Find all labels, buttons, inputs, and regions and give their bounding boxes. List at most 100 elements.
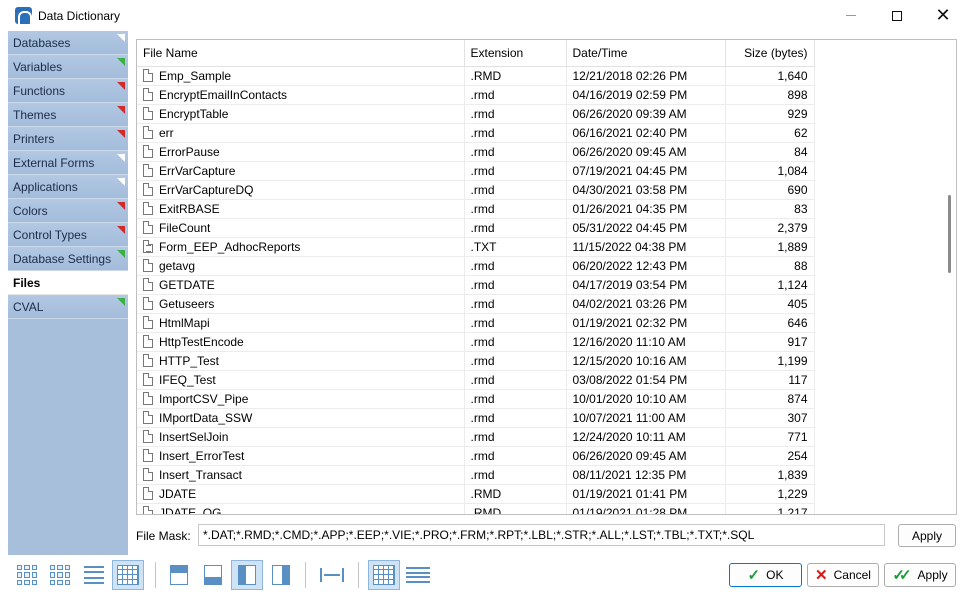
column-header-date-time[interactable]: Date/Time bbox=[566, 40, 726, 67]
file-icon bbox=[143, 201, 153, 215]
maximize-button[interactable] bbox=[874, 0, 920, 31]
ok-button[interactable]: ✓ OK bbox=[729, 563, 802, 587]
cell-text: 12/16/2020 11:10 AM bbox=[572, 334, 686, 349]
status-marker-icon bbox=[117, 34, 125, 42]
table-row[interactable]: FileCount .rmd 05/31/2022 04:45 PM 2,379 bbox=[137, 218, 815, 238]
small-icons-view-button[interactable] bbox=[44, 560, 76, 590]
table-row[interactable]: EncryptEmailInContacts .rmd 04/16/2019 02:… bbox=[137, 85, 815, 105]
table-row[interactable]: IFEQ_Test .rmd 03/08/2022 01:54 PM 117 bbox=[137, 370, 815, 390]
panel-bottom-button[interactable] bbox=[197, 560, 229, 590]
panel-left-button[interactable] bbox=[231, 560, 263, 590]
cell-text: Insert_ErrorTest bbox=[159, 448, 245, 463]
file-mask-input[interactable] bbox=[198, 524, 885, 546]
grid-lines-button[interactable] bbox=[368, 560, 400, 590]
table-row[interactable]: HTTP_Test .rmd 12/15/2020 10:16 AM 1,199 bbox=[137, 351, 815, 371]
sidebar-item-label: CVAL bbox=[13, 300, 44, 314]
cell-text: 01/19/2021 01:41 PM bbox=[572, 486, 688, 501]
cancel-button[interactable]: ✕ Cancel bbox=[807, 563, 879, 587]
table-row[interactable]: ErrVarCapture .rmd 07/19/2021 04:45 PM 1,08… bbox=[137, 161, 815, 181]
table-row[interactable]: HttpTestEncode .rmd 12/16/2020 11:10 AM 917 bbox=[137, 332, 815, 352]
list-icon bbox=[84, 566, 104, 584]
sidebar-item-variables[interactable]: Variables bbox=[8, 55, 128, 79]
column-header-size[interactable]: Size (bytes) bbox=[725, 40, 815, 67]
table-row[interactable]: ImportCSV_Pipe .rmd 10/01/2020 10:10 AM 874 bbox=[137, 389, 815, 409]
cell-text: HtmlMapi bbox=[159, 315, 210, 330]
table-row[interactable]: ErrVarCaptureDQ .rmd 04/30/2021 03:58 PM 69… bbox=[137, 180, 815, 200]
cell-text: 06/20/2022 12:43 PM bbox=[572, 258, 688, 273]
table-row[interactable]: Emp_Sample .RMD 12/21/2018 02:26 PM 1,640 bbox=[137, 66, 815, 86]
cell-text: FileCount bbox=[159, 220, 211, 235]
cell-text: 10/07/2021 11:00 AM bbox=[572, 410, 686, 425]
sidebar-item-database-settings[interactable]: Database Settings bbox=[8, 247, 128, 271]
sidebar-item-functions[interactable]: Functions bbox=[8, 79, 128, 103]
table-row[interactable]: getavg .rmd 06/20/2022 12:43 PM 88 bbox=[137, 256, 815, 276]
scrollbar-thumb[interactable] bbox=[948, 195, 951, 273]
cell-extension: .rmd bbox=[464, 104, 567, 124]
file-list-grid[interactable]: File Name Extension Date/Time Size (byte… bbox=[136, 39, 957, 515]
cell-date-time: 04/30/2021 03:58 PM bbox=[566, 180, 726, 200]
sidebar-item-themes[interactable]: Themes bbox=[8, 103, 128, 127]
table-row[interactable]: Insert_Transact .rmd 08/11/2021 12:35 PM 1,… bbox=[137, 465, 815, 485]
text-file-icon bbox=[143, 239, 153, 253]
table-row[interactable]: IMportData_SSW .rmd 10/07/2021 11:00 AM 307 bbox=[137, 408, 815, 428]
cell-text: 1,124 bbox=[777, 277, 808, 292]
file-icon bbox=[143, 353, 153, 367]
minimize-button[interactable] bbox=[828, 0, 874, 31]
table-row[interactable]: JDATE_OG .RMD 01/19/2021 01:28 PM 1,217 bbox=[137, 503, 815, 514]
sidebar-item-control-types[interactable]: Control Types bbox=[8, 223, 128, 247]
panel-top-button[interactable] bbox=[163, 560, 195, 590]
cell-file-name: ImportCSV_Pipe bbox=[137, 389, 465, 409]
cell-text: 01/19/2021 02:32 PM bbox=[572, 315, 688, 330]
cell-text: ImportCSV_Pipe bbox=[159, 391, 249, 406]
grid-view-icon bbox=[50, 565, 70, 585]
cell-date-time: 01/19/2021 01:28 PM bbox=[566, 503, 726, 514]
cell-extension: .rmd bbox=[464, 313, 567, 333]
status-marker-icon bbox=[117, 178, 125, 186]
file-icon bbox=[143, 144, 153, 158]
cell-text: .rmd bbox=[470, 315, 495, 330]
table-row[interactable]: HtmlMapi .rmd 01/19/2021 02:32 PM 646 bbox=[137, 313, 815, 333]
cell-extension: .RMD bbox=[464, 66, 567, 86]
table-row[interactable]: Insert_ErrorTest .rmd 06/26/2020 09:45 AM 2… bbox=[137, 446, 815, 466]
close-button[interactable]: ✕ bbox=[920, 0, 966, 31]
file-icon bbox=[143, 391, 153, 405]
status-marker-icon bbox=[117, 202, 125, 210]
sidebar-item-applications[interactable]: Applications bbox=[8, 175, 128, 199]
cell-text: 117 bbox=[788, 372, 808, 387]
status-marker-icon bbox=[117, 250, 125, 258]
vertical-scrollbar[interactable] bbox=[942, 40, 956, 514]
sidebar-item-printers[interactable]: Printers bbox=[8, 127, 128, 151]
table-row[interactable]: JDATE .RMD 01/19/2021 01:41 PM 1,229 bbox=[137, 484, 815, 504]
large-icons-view-button[interactable] bbox=[11, 560, 43, 590]
sidebar-item-files[interactable]: Files bbox=[8, 271, 128, 295]
column-header-file-name[interactable]: File Name bbox=[137, 40, 465, 67]
sidebar-item-external-forms[interactable]: External Forms bbox=[8, 151, 128, 175]
panel-right-button[interactable] bbox=[265, 560, 297, 590]
list-view-button[interactable] bbox=[78, 560, 110, 590]
table-row[interactable]: ExitRBASE .rmd 01/26/2021 04:35 PM 83 bbox=[137, 199, 815, 219]
table-row[interactable]: err .rmd 06/16/2021 02:40 PM 62 bbox=[137, 123, 815, 143]
table-row[interactable]: Getuseers .rmd 04/02/2021 03:26 PM 405 bbox=[137, 294, 815, 314]
table-row[interactable]: ErrorPause .rmd 06/26/2020 09:45 AM 84 bbox=[137, 142, 815, 162]
table-row[interactable]: EncryptTable .rmd 06/26/2020 09:39 AM 929 bbox=[137, 104, 815, 124]
cell-text: IFEQ_Test bbox=[159, 372, 216, 387]
cell-text: InsertSelJoin bbox=[159, 429, 229, 444]
apply-button-label: Apply bbox=[917, 568, 948, 582]
details-view-button[interactable] bbox=[112, 560, 144, 590]
cell-text: 1,839 bbox=[777, 467, 808, 482]
table-row[interactable]: Form_EEP_AdhocReports .TXT 11/15/2022 04:3… bbox=[137, 237, 815, 257]
sidebar-item-databases[interactable]: Databases bbox=[8, 31, 128, 55]
apply-button[interactable]: ✓✓ Apply bbox=[884, 563, 956, 587]
apply-mask-button[interactable]: Apply bbox=[898, 524, 956, 547]
cell-text: 04/02/2021 03:26 PM bbox=[572, 296, 688, 311]
file-icon bbox=[143, 334, 153, 348]
fit-width-button[interactable] bbox=[316, 560, 348, 590]
sidebar-item-cval[interactable]: CVAL bbox=[8, 295, 128, 319]
cell-size: 1,640 bbox=[725, 66, 815, 86]
cell-size: 84 bbox=[725, 142, 815, 162]
table-row[interactable]: InsertSelJoin .rmd 12/24/2020 10:11 AM 771 bbox=[137, 427, 815, 447]
row-lines-button[interactable] bbox=[402, 560, 434, 590]
column-header-extension[interactable]: Extension bbox=[464, 40, 567, 67]
sidebar-item-colors[interactable]: Colors bbox=[8, 199, 128, 223]
table-row[interactable]: GETDATE .rmd 04/17/2019 03:54 PM 1,124 bbox=[137, 275, 815, 295]
